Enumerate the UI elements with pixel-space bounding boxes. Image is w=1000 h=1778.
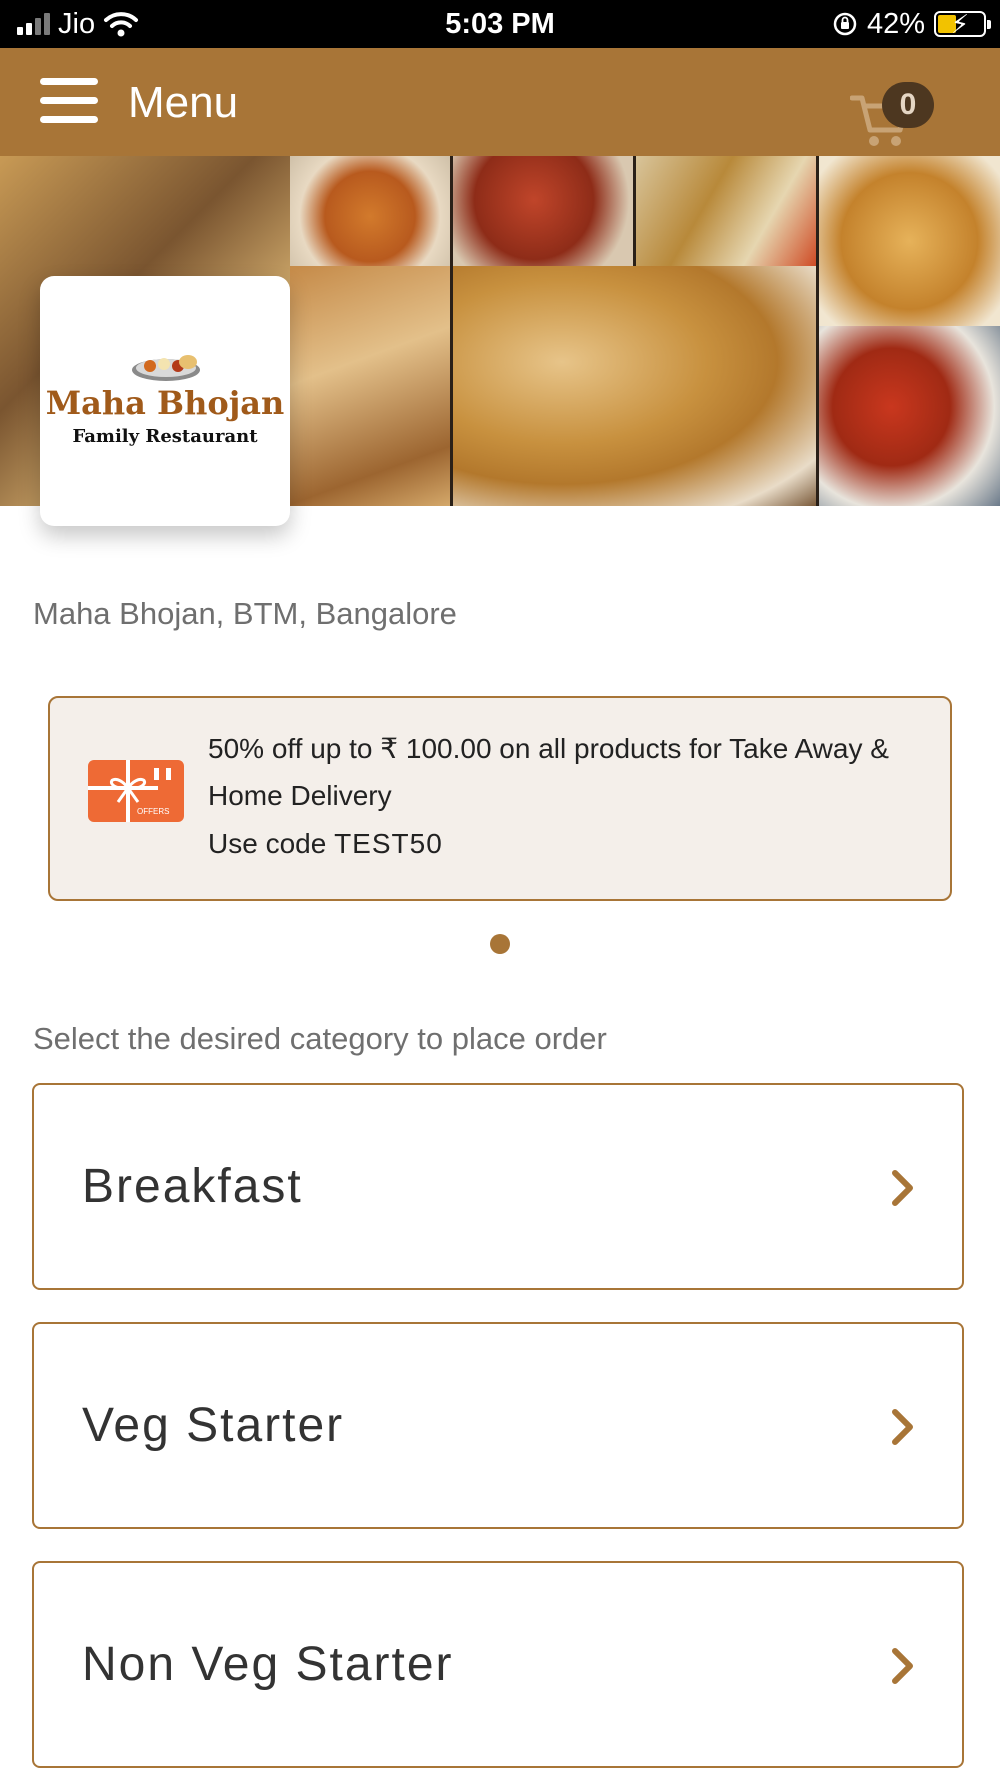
- restaurant-location: Maha Bhojan, BTM, Bangalore: [33, 596, 457, 631]
- svg-text:OFFERS: OFFERS: [137, 807, 169, 816]
- category-prompt: Select the desired category to place ord…: [33, 1021, 607, 1056]
- chevron-right-icon: [892, 1170, 913, 1206]
- offer-code: TEST50: [334, 828, 443, 859]
- cart-button[interactable]: 0: [850, 72, 940, 152]
- offer-code-line: Use code TEST50: [208, 828, 443, 860]
- category-item-veg-starter[interactable]: Veg Starter: [32, 1322, 964, 1529]
- chevron-right-icon: [892, 1409, 913, 1445]
- battery-charging-icon: ⚡: [934, 9, 991, 39]
- category-label: Breakfast: [82, 1160, 303, 1213]
- category-item-breakfast[interactable]: Breakfast: [32, 1083, 964, 1290]
- hamburger-icon[interactable]: [40, 78, 98, 128]
- chevron-right-icon: [892, 1648, 913, 1684]
- category-label: Non Veg Starter: [82, 1638, 454, 1691]
- offers-ticket-icon: OFFERS: [88, 760, 184, 822]
- battery-percent: 42%: [866, 7, 925, 40]
- thali-plate-icon: [132, 355, 200, 381]
- restaurant-logo: Maha Bhojan Family Restaurant: [40, 276, 290, 526]
- category-label: Veg Starter: [82, 1399, 345, 1452]
- cart-count-badge: 0: [882, 82, 934, 128]
- page-title: Menu: [128, 78, 239, 127]
- logo-title: Maha Bhojan: [45, 384, 285, 422]
- offer-text-line-1: 50% off up to ₹ 100.00 on all products f…: [208, 733, 889, 764]
- logo-subtitle: Family Restaurant: [72, 426, 258, 447]
- carousel-page-indicator[interactable]: [490, 934, 510, 954]
- category-item-non-veg-starter[interactable]: Non Veg Starter: [32, 1561, 964, 1768]
- app-header: Menu 0: [0, 48, 1000, 156]
- orientation-lock-icon: [833, 12, 857, 36]
- offer-card[interactable]: OFFERS 50% off up to ₹ 100.00 on all pro…: [48, 696, 952, 901]
- offer-code-prefix: Use code: [208, 828, 335, 859]
- offer-text-line-2: Home Delivery: [208, 780, 392, 811]
- status-bar: Jio 5:03 PM 42% ⚡: [0, 0, 1000, 48]
